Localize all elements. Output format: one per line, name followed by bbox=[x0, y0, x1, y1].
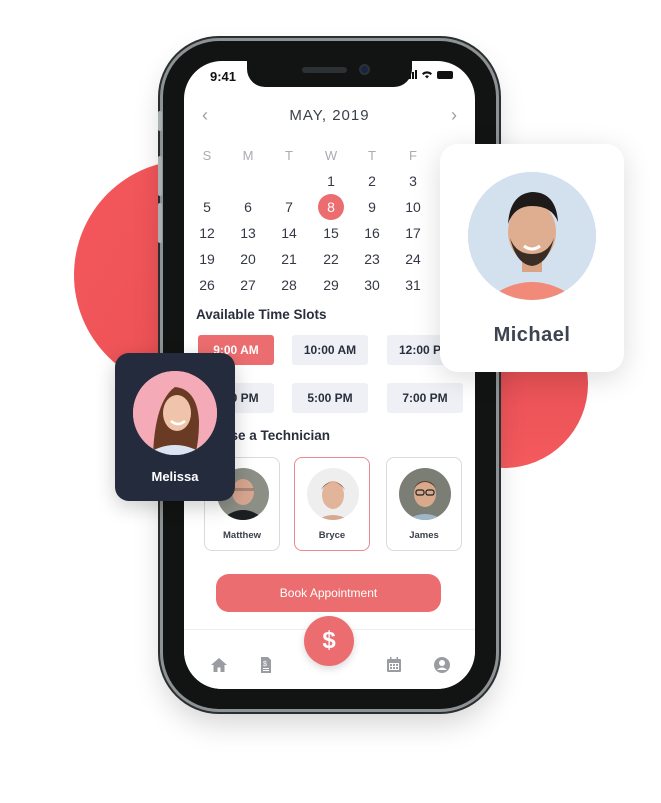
status-icons bbox=[406, 70, 453, 79]
week-row: 5 6 7 8 9 10 bbox=[184, 194, 475, 220]
avatar bbox=[133, 371, 217, 455]
payment-fab-button[interactable]: $ bbox=[304, 616, 354, 666]
calendar-day[interactable]: 30 bbox=[354, 274, 390, 296]
notch bbox=[247, 61, 412, 87]
volume-down-button bbox=[158, 203, 162, 243]
svg-text:$: $ bbox=[263, 661, 267, 668]
calendar-day[interactable]: 28 bbox=[271, 274, 307, 296]
camera bbox=[359, 64, 370, 75]
profile-name: Michael bbox=[493, 324, 571, 346]
technician-name: Matthew bbox=[223, 530, 261, 541]
weekday-row: SMTWTF bbox=[184, 145, 475, 167]
calendar-day[interactable]: 5 bbox=[189, 196, 225, 218]
calendar-day[interactable]: 17 bbox=[395, 222, 431, 244]
wifi-icon bbox=[422, 71, 432, 79]
technician-card-bryce[interactable]: Bryce bbox=[294, 457, 370, 551]
month-title: MAY, 2019 bbox=[289, 107, 370, 124]
time-slot[interactable]: 10:00 AM bbox=[292, 335, 368, 365]
calendar-day[interactable]: 9 bbox=[354, 196, 390, 218]
tab-bar: $ $ bbox=[184, 616, 475, 689]
calendar-day[interactable]: 26 bbox=[189, 274, 225, 296]
profile-card-michael[interactable]: Michael bbox=[440, 144, 624, 372]
calendar-day[interactable]: 3 bbox=[395, 170, 431, 192]
technician-card-james[interactable]: James bbox=[386, 457, 462, 551]
calendar-day[interactable]: 14 bbox=[271, 222, 307, 244]
technician-name: James bbox=[409, 530, 439, 541]
week-row: 12 13 14 15 16 17 bbox=[184, 222, 475, 244]
calendar-day[interactable]: 7 bbox=[271, 196, 307, 218]
profile-name: Melissa bbox=[151, 469, 199, 484]
calendar-day[interactable]: 20 bbox=[230, 248, 266, 270]
calendar-day[interactable]: 10 bbox=[395, 196, 431, 218]
avatar bbox=[307, 468, 359, 520]
week-row: 123 bbox=[184, 170, 475, 192]
silent-switch bbox=[158, 111, 162, 131]
calendar-day[interactable]: 23 bbox=[354, 248, 390, 270]
calendar-day[interactable]: 12 bbox=[189, 222, 225, 244]
calendar-day[interactable]: 2 bbox=[354, 170, 390, 192]
week-row: 19 20 21 22 23 24 bbox=[184, 248, 475, 270]
calendar-day[interactable]: 21 bbox=[271, 248, 307, 270]
calendar-day[interactable]: 1 bbox=[313, 170, 349, 192]
calendar-day[interactable]: 19 bbox=[189, 248, 225, 270]
calendar-day[interactable]: 8 bbox=[313, 194, 349, 220]
invoice-icon[interactable]: $ bbox=[256, 655, 276, 675]
calendar-day[interactable]: 27 bbox=[230, 274, 266, 296]
weekday-label: M bbox=[242, 148, 254, 163]
home-icon[interactable] bbox=[209, 655, 229, 675]
profile-icon[interactable] bbox=[432, 655, 452, 675]
calendar-day[interactable]: 6 bbox=[230, 196, 266, 218]
time-slots-title: Available Time Slots bbox=[196, 307, 327, 322]
book-appointment-button[interactable]: Book Appointment bbox=[216, 574, 441, 612]
calendar-day[interactable]: 22 bbox=[313, 248, 349, 270]
weekday-label: F bbox=[409, 148, 417, 163]
chevron-right-icon[interactable]: › bbox=[451, 105, 457, 126]
week-row: 26 27 28 29 30 31 bbox=[184, 274, 475, 296]
time-slot[interactable]: 5:00 PM bbox=[292, 383, 368, 413]
calendar-day[interactable]: 31 bbox=[395, 274, 431, 296]
weekday-label: W bbox=[324, 148, 338, 163]
calendar-day[interactable]: 16 bbox=[354, 222, 390, 244]
weekday-label: T bbox=[285, 148, 293, 163]
calendar-day[interactable]: 13 bbox=[230, 222, 266, 244]
calendar-icon[interactable] bbox=[384, 655, 404, 675]
avatar bbox=[399, 468, 451, 520]
profile-card-melissa[interactable]: Melissa bbox=[115, 353, 235, 501]
status-time: 9:41 bbox=[210, 69, 237, 84]
technician-name: Bryce bbox=[318, 530, 346, 541]
calendar-day[interactable]: 15 bbox=[313, 222, 349, 244]
avatar bbox=[468, 172, 596, 300]
calendar-day[interactable]: 29 bbox=[313, 274, 349, 296]
calendar-header: ‹ MAY, 2019 › bbox=[184, 105, 475, 127]
weekday-label: T bbox=[368, 148, 376, 163]
volume-up-button bbox=[158, 156, 162, 196]
battery-icon bbox=[437, 71, 453, 79]
calendar-day[interactable]: 24 bbox=[395, 248, 431, 270]
time-slot[interactable]: 7:00 PM bbox=[387, 383, 463, 413]
speaker bbox=[302, 67, 347, 73]
weekday-label: S bbox=[202, 148, 212, 163]
